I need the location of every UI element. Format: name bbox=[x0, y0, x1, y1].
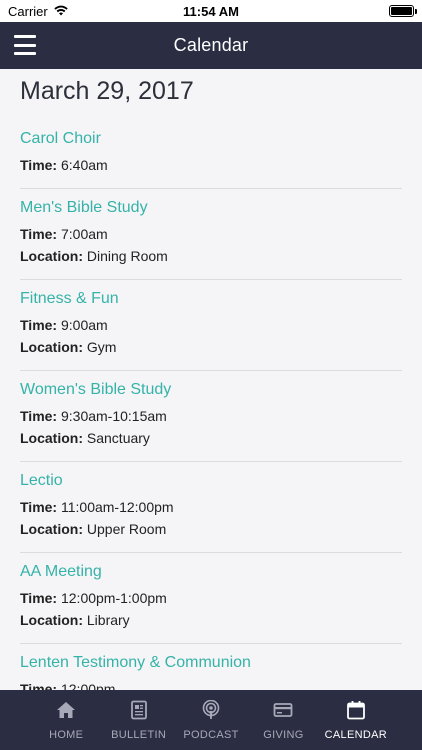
home-icon bbox=[56, 700, 76, 725]
location-label: Location: bbox=[20, 248, 83, 264]
list-item[interactable]: Women's Bible Study Time: 9:30am-10:15am L… bbox=[20, 371, 402, 462]
event-title[interactable]: Fitness & Fun bbox=[20, 290, 119, 308]
status-bar: Carrier 11:54 AM bbox=[0, 0, 422, 22]
battery-fill bbox=[391, 7, 412, 15]
time-label: Time: bbox=[20, 590, 58, 606]
tab-label: CALENDAR bbox=[324, 728, 387, 741]
time-label: Time: bbox=[20, 499, 58, 515]
list-item[interactable]: Lectio Time: 11:00am-12:00pm Location: Upp… bbox=[20, 462, 402, 553]
credit-card-icon bbox=[273, 700, 293, 725]
location-label: Location: bbox=[20, 521, 83, 537]
location-value: Upper Room bbox=[86, 521, 167, 537]
time-value: 11:00am-12:00pm bbox=[60, 499, 174, 515]
list-item[interactable]: Carol Choir Time: 6:40am bbox=[20, 120, 402, 189]
event-title[interactable]: Lectio bbox=[20, 472, 63, 490]
time-label: Time: bbox=[20, 681, 58, 690]
status-left: Carrier bbox=[8, 4, 68, 19]
tab-giving[interactable]: GIVING bbox=[247, 690, 319, 750]
time-label: Time: bbox=[20, 408, 58, 424]
tab-bulletin[interactable]: BULLETIN bbox=[102, 690, 174, 750]
time-value: 12:00pm-1:00pm bbox=[60, 590, 167, 606]
event-title[interactable]: AA Meeting bbox=[20, 563, 102, 581]
location-value: Gym bbox=[86, 339, 117, 355]
event-time: Time: 9:30am-10:15am bbox=[20, 405, 402, 427]
tab-label: BULLETIN bbox=[111, 728, 167, 741]
battery-icon bbox=[389, 5, 417, 17]
event-title[interactable]: Lenten Testimony & Communion bbox=[20, 654, 251, 672]
list-item[interactable]: Fitness & Fun Time: 9:00am Location: Gym bbox=[20, 280, 402, 371]
time-label: Time: bbox=[20, 317, 58, 333]
location-label: Location: bbox=[20, 430, 83, 446]
event-location: Location: Library bbox=[20, 609, 402, 631]
calendar-content[interactable]: March 29, 2017 Carol Choir Time: 6:40am Me… bbox=[0, 69, 422, 690]
page-title: Calendar bbox=[173, 35, 249, 55]
event-time: Time: 9:00am bbox=[20, 314, 402, 336]
calendar-icon bbox=[346, 700, 366, 725]
tab-label: PODCAST bbox=[183, 728, 239, 741]
event-time: Time: 12:00pm-1:00pm bbox=[20, 587, 402, 609]
event-title[interactable]: Carol Choir bbox=[20, 130, 101, 148]
tab-home[interactable]: HOME bbox=[30, 690, 102, 750]
tab-label: HOME bbox=[49, 728, 84, 741]
time-value: 7:00am bbox=[60, 226, 108, 242]
event-title[interactable]: Women's Bible Study bbox=[20, 381, 171, 399]
event-location: Location: Dining Room bbox=[20, 245, 402, 267]
list-item[interactable]: Men's Bible Study Time: 7:00am Location: D… bbox=[20, 189, 402, 280]
date-heading: March 29, 2017 bbox=[20, 77, 194, 105]
tab-label: GIVING bbox=[263, 728, 304, 741]
time-value: 9:00am bbox=[60, 317, 108, 333]
wifi-icon bbox=[54, 4, 68, 19]
location-value: Library bbox=[86, 612, 130, 628]
event-location: Location: Upper Room bbox=[20, 518, 402, 540]
time-label: Time: bbox=[20, 157, 58, 173]
event-time: Time: 12:00pm bbox=[20, 678, 402, 690]
nav-bar: Calendar bbox=[0, 22, 422, 69]
list-item[interactable]: AA Meeting Time: 12:00pm-1:00pm Location: … bbox=[20, 553, 402, 644]
location-value: Dining Room bbox=[86, 248, 168, 264]
location-value: Sanctuary bbox=[86, 430, 150, 446]
event-time: Time: 7:00am bbox=[20, 223, 402, 245]
location-label: Location: bbox=[20, 339, 83, 355]
tab-podcast[interactable]: PODCAST bbox=[175, 690, 247, 750]
hamburger-icon[interactable] bbox=[14, 35, 36, 55]
tab-bar: HOME BULLETIN PODCAST GIVING CALENDAR bbox=[0, 690, 422, 750]
time-value: 12:00pm bbox=[60, 681, 116, 690]
location-label: Location: bbox=[20, 612, 83, 628]
event-title[interactable]: Men's Bible Study bbox=[20, 199, 148, 217]
time-label: Time: bbox=[20, 226, 58, 242]
time-value: 9:30am-10:15am bbox=[60, 408, 167, 424]
event-list: Carol Choir Time: 6:40am Men's Bible Study… bbox=[20, 120, 402, 690]
event-location: Location: Sanctuary bbox=[20, 427, 402, 449]
time-value: 6:40am bbox=[60, 157, 108, 173]
carrier-label: Carrier bbox=[8, 3, 48, 19]
event-location: Location: Gym bbox=[20, 336, 402, 358]
bulletin-icon bbox=[129, 700, 149, 725]
podcast-icon bbox=[201, 699, 221, 725]
tab-calendar[interactable]: CALENDAR bbox=[320, 690, 392, 750]
event-time: Time: 6:40am bbox=[20, 154, 402, 176]
list-item[interactable]: Lenten Testimony & Communion Time: 12:00p… bbox=[20, 644, 402, 690]
event-time: Time: 11:00am-12:00pm bbox=[20, 496, 402, 518]
